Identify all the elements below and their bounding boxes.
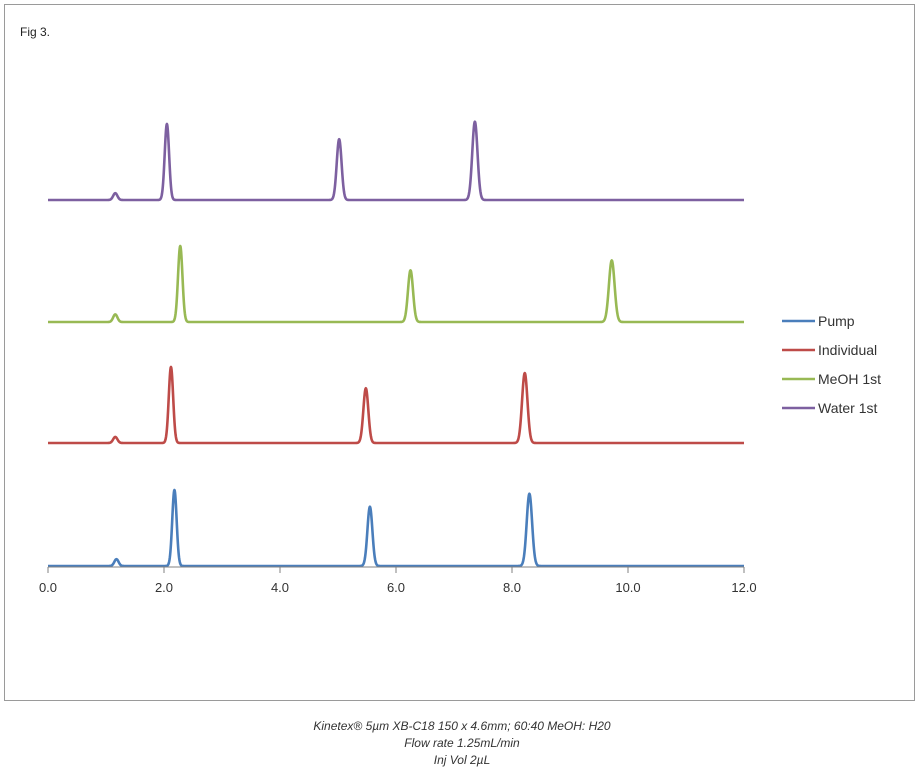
x-tick-label: 12.0	[731, 580, 756, 595]
caption: Kinetex® 5µm XB-C18 150 x 4.6mm; 60:40 M…	[0, 718, 924, 769]
caption-line-column: Kinetex® 5µm XB-C18 150 x 4.6mm; 60:40 M…	[313, 719, 611, 733]
x-tick-label: 8.0	[503, 580, 521, 595]
legend-label: Individual	[818, 342, 877, 358]
x-axis: 0.0 2.0 4.0 6.0 8.0 10.0 12.0	[39, 566, 757, 595]
chromatogram-plot: 0.0 2.0 4.0 6.0 8.0 10.0 12.0 Pump Individual Me…	[39, 120, 881, 595]
legend: Pump Individual MeOH 1st Water 1st	[782, 313, 881, 416]
x-tick-label: 2.0	[155, 580, 173, 595]
series-line-water-1st	[46, 120, 746, 202]
series-line-pump	[46, 488, 746, 568]
legend-label: MeOH 1st	[818, 371, 881, 387]
x-tick-label: 10.0	[615, 580, 640, 595]
legend-label: Water 1st	[818, 400, 877, 416]
caption-line-injection-volume: Inj Vol 2µL	[433, 753, 491, 767]
series-line-individual	[46, 365, 746, 445]
x-tick-label: 0.0	[39, 580, 57, 595]
x-tick-label: 6.0	[387, 580, 405, 595]
x-tick-label: 4.0	[271, 580, 289, 595]
series-line-meoh-1st	[46, 244, 746, 324]
traces-group	[46, 120, 746, 568]
caption-line-flow-rate: Flow rate 1.25mL/min	[404, 736, 520, 750]
legend-label: Pump	[818, 313, 855, 329]
